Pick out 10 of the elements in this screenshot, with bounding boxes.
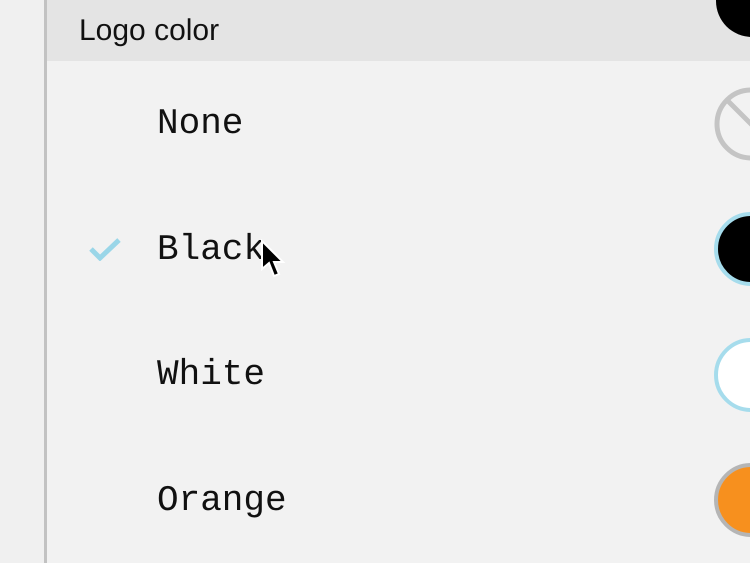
menu-item[interactable]: Black — [47, 186, 750, 312]
menu-item[interactable]: White — [47, 312, 750, 438]
header-title: Logo color — [79, 14, 220, 48]
check-icon — [89, 237, 121, 262]
menu-item[interactable]: None — [47, 61, 750, 187]
option-label: Black — [157, 228, 266, 270]
option-label: Orange — [157, 480, 287, 521]
option-label: White — [157, 354, 266, 396]
menu-item[interactable]: Orange — [47, 438, 750, 563]
option-label: None — [157, 103, 244, 144]
